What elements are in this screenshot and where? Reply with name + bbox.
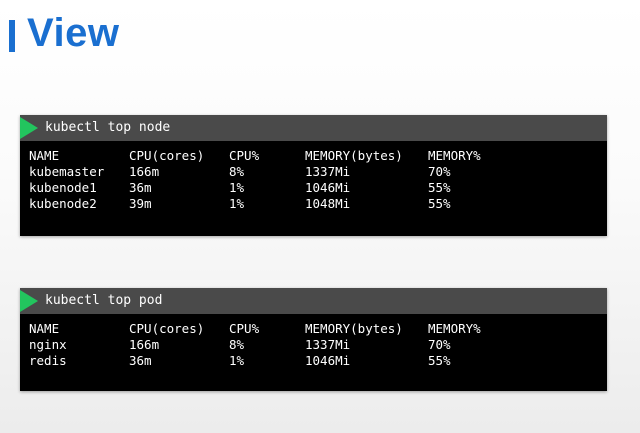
table-row: kubemaster 166m 8% 1337Mi 70% [29, 164, 508, 180]
terminal-top-pod: kubectl top pod NAME CPU(cores) CPU% MEM… [20, 288, 607, 391]
cell-cpu-percent: 1% [229, 196, 245, 211]
play-icon [20, 117, 38, 139]
cell-cpu-cores: 36m [129, 180, 152, 195]
cell-memory-percent: 55% [428, 196, 451, 211]
cell-cpu-percent: 1% [229, 353, 245, 368]
table-row: kubenode1 36m 1% 1046Mi 55% [29, 180, 508, 196]
title-accent-bar [9, 20, 15, 52]
column-header-cpu-cores: CPU(cores) [129, 321, 205, 336]
cell-memory-bytes: 1046Mi [305, 353, 351, 368]
cell-cpu-cores: 39m [129, 196, 152, 211]
output-table: NAME CPU(cores) CPU% MEMORY(bytes) MEMOR… [29, 321, 508, 369]
cell-name: kubenode1 [29, 180, 97, 195]
column-header-cpu-percent: CPU% [229, 148, 260, 163]
column-header-cpu-percent: CPU% [229, 321, 260, 336]
cell-memory-bytes: 1046Mi [305, 180, 351, 195]
page-title: View [27, 11, 120, 55]
table-header-row: NAME CPU(cores) CPU% MEMORY(bytes) MEMOR… [29, 321, 508, 337]
command-text: kubectl top node [45, 120, 171, 135]
column-header-name: NAME [29, 321, 60, 336]
cell-memory-bytes: 1337Mi [305, 164, 351, 179]
output-table: NAME CPU(cores) CPU% MEMORY(bytes) MEMOR… [29, 148, 508, 212]
column-header-memory-percent: MEMORY% [428, 148, 481, 163]
table-row: kubenode2 39m 1% 1048Mi 55% [29, 196, 508, 212]
terminal-top-node: kubectl top node NAME CPU(cores) CPU% ME… [20, 115, 607, 236]
cell-cpu-cores: 36m [129, 353, 152, 368]
cell-cpu-cores: 166m [129, 337, 160, 352]
terminal-header: kubectl top pod [20, 288, 607, 314]
cell-memory-percent: 70% [428, 337, 451, 352]
play-icon [20, 290, 38, 312]
cell-name: nginx [29, 337, 67, 352]
column-header-memory-bytes: MEMORY(bytes) [305, 321, 403, 336]
cell-memory-bytes: 1337Mi [305, 337, 351, 352]
cell-cpu-percent: 1% [229, 180, 245, 195]
table-row: redis 36m 1% 1046Mi 55% [29, 353, 508, 369]
table-row: nginx 166m 8% 1337Mi 70% [29, 337, 508, 353]
cell-memory-bytes: 1048Mi [305, 196, 351, 211]
column-header-memory-bytes: MEMORY(bytes) [305, 148, 403, 163]
cell-cpu-percent: 8% [229, 164, 245, 179]
command-text: kubectl top pod [45, 293, 163, 308]
cell-cpu-cores: 166m [129, 164, 160, 179]
column-header-memory-percent: MEMORY% [428, 321, 481, 336]
terminal-header: kubectl top node [20, 115, 607, 141]
cell-name: redis [29, 353, 67, 368]
table-header-row: NAME CPU(cores) CPU% MEMORY(bytes) MEMOR… [29, 148, 508, 164]
cell-name: kubenode2 [29, 196, 97, 211]
cell-cpu-percent: 8% [229, 337, 245, 352]
cell-memory-percent: 70% [428, 164, 451, 179]
column-header-cpu-cores: CPU(cores) [129, 148, 205, 163]
cell-memory-percent: 55% [428, 353, 451, 368]
column-header-name: NAME [29, 148, 60, 163]
cell-memory-percent: 55% [428, 180, 451, 195]
cell-name: kubemaster [29, 164, 105, 179]
